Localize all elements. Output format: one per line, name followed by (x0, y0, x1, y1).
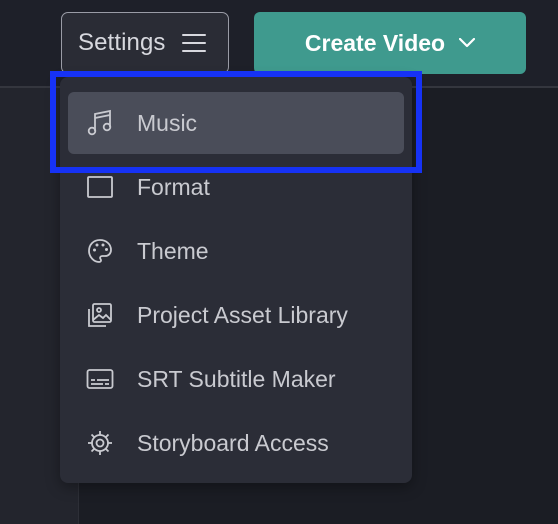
menu-item-label: Theme (137, 237, 209, 264)
create-video-button-label: Create Video (304, 29, 446, 56)
music-note-icon (85, 108, 115, 138)
menu-item-label: SRT Subtitle Maker (137, 365, 336, 392)
chevron-down-icon (459, 38, 476, 48)
settings-dropdown-menu: Music Format Theme Project Asset Library… (60, 77, 412, 483)
menu-item-label: Format (137, 173, 210, 200)
menu-item-label: Music (137, 109, 198, 136)
settings-button-label: Settings (78, 29, 166, 56)
palette-icon (85, 236, 115, 266)
hamburger-menu-icon (181, 33, 206, 53)
square-frame-icon (85, 172, 115, 202)
menu-item-srt-subtitle-maker[interactable]: SRT Subtitle Maker (68, 348, 404, 410)
menu-item-storyboard-access[interactable]: Storyboard Access (68, 412, 404, 474)
image-library-icon (85, 300, 115, 330)
menu-item-theme[interactable]: Theme (68, 220, 404, 282)
menu-item-format[interactable]: Format (68, 156, 404, 218)
app-screen: Settings Create Video Music Format Theme… (0, 0, 558, 524)
menu-item-music[interactable]: Music (68, 92, 404, 154)
create-video-button[interactable]: Create Video (254, 12, 526, 74)
gear-icon (85, 428, 115, 458)
subtitle-icon (85, 364, 115, 394)
settings-button[interactable]: Settings (61, 12, 229, 74)
menu-item-label: Storyboard Access (137, 429, 329, 456)
menu-item-label: Project Asset Library (137, 301, 348, 328)
menu-item-project-asset-library[interactable]: Project Asset Library (68, 284, 404, 346)
